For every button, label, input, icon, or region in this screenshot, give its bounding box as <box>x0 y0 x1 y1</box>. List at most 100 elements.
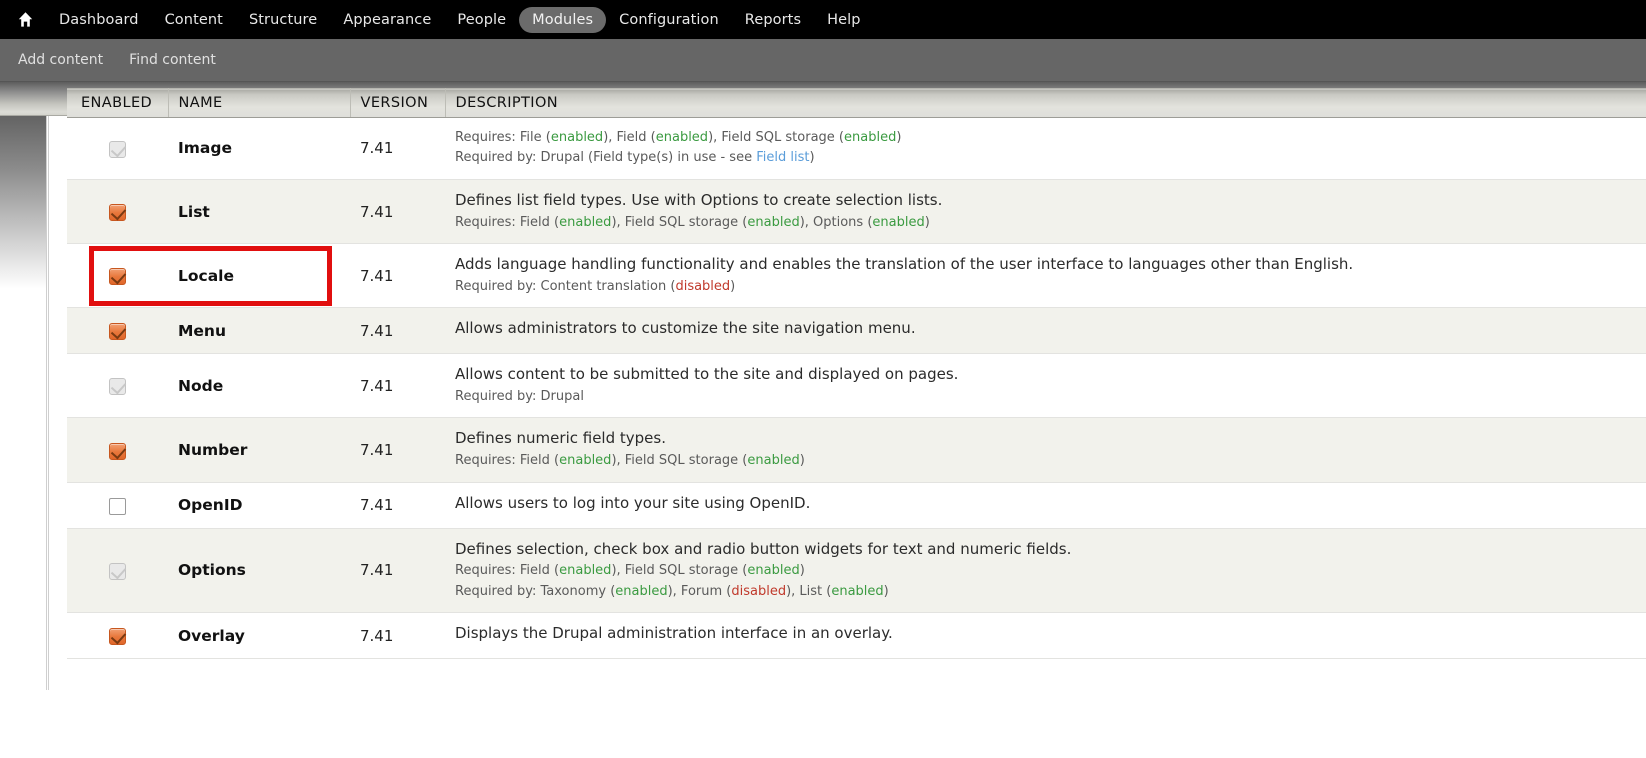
dependency-prefix: Required by: Taxonomy ( <box>455 583 616 599</box>
table-row[interactable]: Node 7.41 Allows content to be submitted t… <box>67 353 1646 419</box>
table-body: Image 7.41 Requires: File (enabled), Field… <box>67 117 1646 659</box>
cell-module-version: 7.41 <box>350 179 445 245</box>
module-enable-checkbox <box>109 140 126 158</box>
table-row[interactable]: OpenID 7.41 Allows users to log into your … <box>67 482 1646 529</box>
cell-module-description: Defines selection, check box and radio b… <box>445 528 1646 614</box>
module-dependency-line: Requires: Field ( enabled), Field SQL sto… <box>455 452 1636 470</box>
dependency-prefix: Requires: Field ( <box>455 453 560 469</box>
cell-module-description: Requires: File (enabled), Field (enabled… <box>445 117 1646 180</box>
module-enable-checkbox <box>109 562 126 580</box>
module-enable-checkbox <box>109 378 126 396</box>
module-dependency-line: Requires: File (enabled), Field (enabled… <box>455 129 1636 147</box>
dependency-text: ), List ( <box>786 583 832 599</box>
admin-menu-item-content[interactable]: Content <box>152 7 236 33</box>
module-description-text: Defines selection, check box and radio b… <box>455 539 1072 558</box>
module-dependency-line: Required by: Taxonomy (enabled), Forum (… <box>455 583 1636 601</box>
status-enabled: enabled <box>747 214 800 230</box>
cell-module-name: Options <box>168 528 350 614</box>
column-header-enabled[interactable]: ENABLED <box>67 88 169 118</box>
dependency-prefix: Required by: Drupal (Field type(s) in us… <box>455 150 757 166</box>
field-list-link[interactable]: Field list <box>756 150 809 165</box>
admin-menu-item-reports[interactable]: Reports <box>732 7 814 33</box>
column-header-description[interactable]: DESCRIPTION <box>445 88 1646 118</box>
module-enable-checkbox[interactable] <box>109 442 126 460</box>
module-enable-checkbox[interactable] <box>109 268 126 286</box>
dependency-prefix: Requires: Field ( <box>455 214 560 230</box>
admin-menu-item-help[interactable]: Help <box>814 7 873 33</box>
cell-module-name: List <box>168 179 350 245</box>
table-header-row: ENABLED NAME VERSION DESCRIPTION <box>67 88 1646 118</box>
table-row[interactable]: Options 7.41 Defines selection, check box … <box>67 528 1646 614</box>
dependency-text: ), Field SQL storage ( <box>708 130 844 145</box>
cell-module-description: Defines numeric field types. Requires: Fi… <box>445 417 1646 483</box>
cell-module-name: Locale <box>168 243 350 309</box>
shortcut-add-content[interactable]: Add content <box>18 52 103 68</box>
cell-module-name: OpenID <box>168 482 350 529</box>
column-header-name[interactable]: NAME <box>168 88 351 118</box>
table-row[interactable]: List 7.41 Defines list field types. Use wi… <box>67 179 1646 245</box>
home-icon[interactable] <box>12 7 38 33</box>
status-enabled: enabled <box>747 453 800 469</box>
shortcut-find-content[interactable]: Find content <box>129 52 216 68</box>
cell-enabled <box>67 612 168 659</box>
dependency-text: ) <box>883 583 889 599</box>
screen-root: Dashboard Content Structure Appearance Peopl… <box>0 0 1646 758</box>
status-enabled: enabled <box>559 563 612 579</box>
admin-menu-item-people[interactable]: People <box>444 7 519 33</box>
cell-enabled <box>67 307 168 355</box>
status-enabled: enabled <box>655 130 709 145</box>
table-row[interactable]: Menu 7.41 Allows administrators to customi… <box>67 307 1646 355</box>
module-description-text: Defines list field types. Use with Optio… <box>455 190 943 209</box>
status-enabled: enabled <box>615 583 668 599</box>
module-enable-checkbox[interactable] <box>109 323 126 341</box>
admin-menu-links: Dashboard Content Structure Appearance Peopl… <box>46 6 874 33</box>
module-dependency-line: Required by: Drupal <box>455 388 1636 406</box>
admin-menu-item-dashboard[interactable]: Dashboard <box>46 7 152 33</box>
cell-enabled <box>67 353 168 419</box>
admin-menu-bar: Dashboard Content Structure Appearance Peopl… <box>0 0 1646 39</box>
module-enable-checkbox[interactable] <box>109 497 126 515</box>
table-row[interactable]: Image 7.41 Requires: File (enabled), Field… <box>67 117 1646 180</box>
shortcut-links: Add content Find content <box>18 52 242 68</box>
table-row[interactable]: Number 7.41 Defines numeric field types. Re… <box>67 417 1646 483</box>
cell-module-version: 7.41 <box>350 482 445 529</box>
admin-menu-item-configuration[interactable]: Configuration <box>606 7 732 33</box>
cell-module-version: 7.41 <box>350 612 445 659</box>
dependency-text: ), Field SQL storage ( <box>611 453 748 469</box>
cell-module-version: 7.41 <box>350 117 445 180</box>
cell-enabled <box>67 243 168 309</box>
cell-module-name: Image <box>168 117 350 180</box>
cell-module-version: 7.41 <box>350 243 445 309</box>
dependency-text: ) <box>896 130 902 145</box>
dependency-text: ) <box>809 150 815 166</box>
cell-module-name: Node <box>168 353 350 419</box>
module-description-text: Allows administrators to customize the s… <box>455 319 916 338</box>
cell-module-description: Displays the Drupal administration inter… <box>445 612 1646 659</box>
cell-enabled <box>67 179 168 245</box>
cell-module-description: Allows administrators to customize the s… <box>445 307 1646 355</box>
cell-module-version: 7.41 <box>350 528 445 614</box>
module-enable-checkbox[interactable] <box>109 204 126 222</box>
module-description-text: Adds language handling functionality and… <box>455 255 1354 274</box>
dependency-text: ) <box>924 214 930 230</box>
cell-module-name: Menu <box>168 307 350 355</box>
status-enabled: enabled <box>831 583 884 599</box>
admin-menu-item-structure[interactable]: Structure <box>236 7 330 33</box>
dependency-text: ), Field ( <box>603 130 656 145</box>
module-enable-checkbox[interactable] <box>109 628 126 646</box>
column-header-version[interactable]: VERSION <box>350 88 446 118</box>
cell-module-description: Allows content to be submitted to the si… <box>445 353 1646 419</box>
status-enabled: enabled <box>747 563 800 579</box>
table-row[interactable]: Overlay 7.41 Displays the Drupal administr… <box>67 612 1646 659</box>
admin-menu-item-appearance[interactable]: Appearance <box>330 7 444 33</box>
page-left-edge <box>46 82 49 690</box>
modules-table-container[interactable]: ENABLED NAME VERSION DESCRIPTION Image 7.… <box>67 88 1646 659</box>
module-dependency-line: Requires: Field (enabled), Field SQL sto… <box>455 214 1636 232</box>
table-row[interactable]: Locale 7.41 Adds language handling functio… <box>67 243 1646 309</box>
cell-module-version: 7.41 <box>350 353 445 419</box>
dependency-text: ) <box>799 563 805 579</box>
admin-menu-item-modules[interactable]: Modules <box>519 6 607 33</box>
status-enabled: enabled <box>844 130 897 145</box>
status-enabled: enabled <box>872 214 925 230</box>
dependency-text: ) <box>799 453 805 469</box>
